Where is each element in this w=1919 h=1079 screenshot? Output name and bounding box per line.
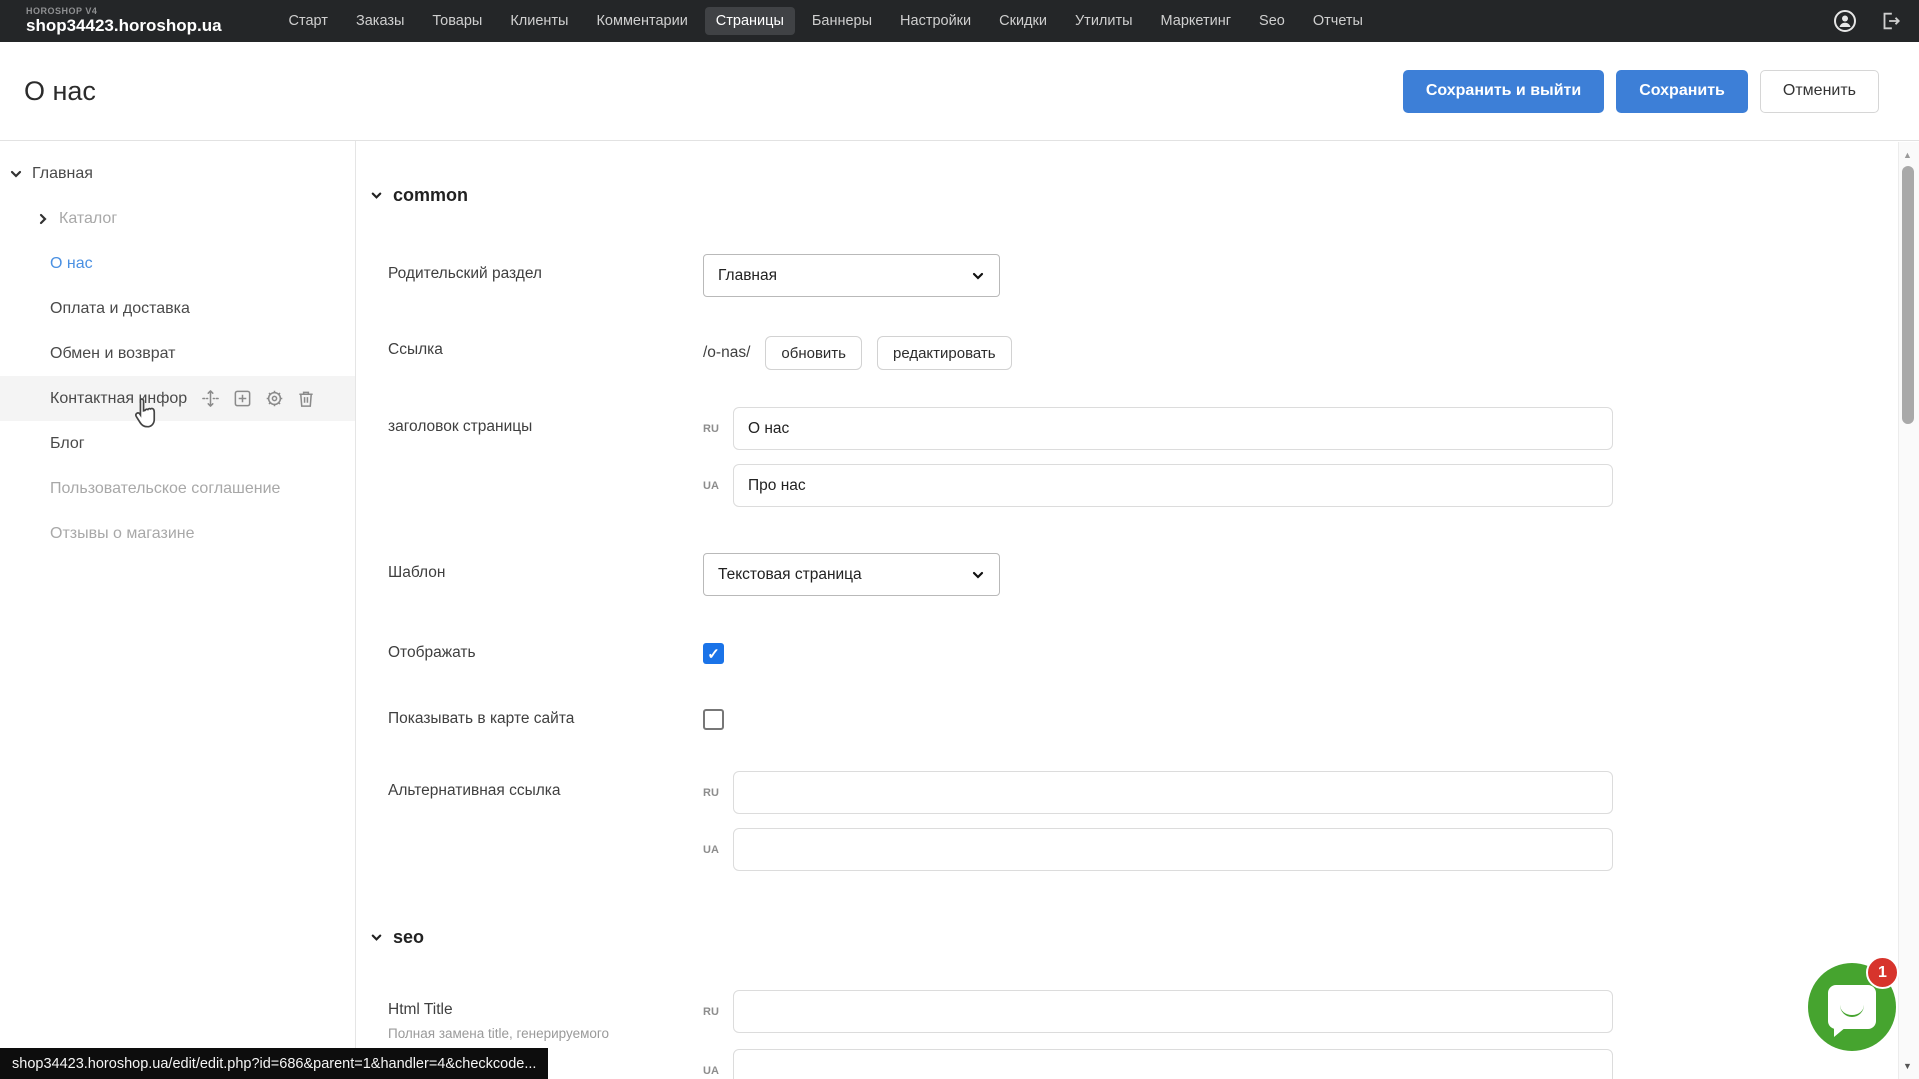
- link-preview-statusbar: shop34423.horoshop.ua/edit/edit.php?id=6…: [0, 1048, 548, 1079]
- chevron-down-icon[interactable]: [9, 167, 23, 181]
- top-navigation-bar: HOROSHOP V4 shop34423.horoshop.ua Старт …: [0, 0, 1919, 42]
- lang-ua-badge: UA: [703, 1065, 733, 1077]
- main-menu: Старт Заказы Товары Клиенты Комментарии …: [278, 7, 1374, 35]
- link-update-button[interactable]: обновить: [765, 336, 862, 370]
- page-heading-label: заголовок страницы: [388, 407, 703, 507]
- lang-ua-badge: UA: [703, 480, 733, 492]
- section-seo-title: seo: [393, 927, 424, 948]
- sidebar-item-label: О нас: [50, 255, 93, 273]
- alt-link-ua-input[interactable]: [733, 828, 1613, 871]
- scroll-up-arrow-icon[interactable]: ▲: [1903, 150, 1912, 160]
- chat-unread-badge: 1: [1866, 956, 1899, 989]
- nav-item-clients[interactable]: Клиенты: [499, 7, 579, 35]
- account-icon[interactable]: [1833, 9, 1857, 33]
- sidebar-item-glavnaya[interactable]: Главная: [0, 151, 355, 196]
- sidebar-item-blog[interactable]: Блог: [0, 421, 355, 466]
- sidebar-item-label: Обмен и возврат: [50, 345, 175, 363]
- link-label: Ссылка: [388, 330, 703, 370]
- logout-icon[interactable]: [1879, 10, 1901, 32]
- nav-item-utilities[interactable]: Утилиты: [1064, 7, 1144, 35]
- html-title-label: Html Title: [388, 1001, 703, 1019]
- chevron-down-icon: [971, 269, 985, 283]
- cancel-button[interactable]: Отменить: [1760, 70, 1879, 113]
- add-page-icon[interactable]: [233, 389, 252, 408]
- sidebar-item-polzovatelskoe-soglashenie[interactable]: Пользовательское соглашение: [0, 466, 355, 511]
- chat-widget-button[interactable]: 1: [1808, 963, 1896, 1051]
- chat-bubble-icon: [1828, 985, 1876, 1029]
- page-heading-ua-input[interactable]: [733, 464, 1613, 507]
- nav-item-settings[interactable]: Настройки: [889, 7, 982, 35]
- nav-item-banners[interactable]: Баннеры: [801, 7, 883, 35]
- html-title-hint: Полная замена title, генерируемого: [388, 1025, 648, 1043]
- save-and-exit-button[interactable]: Сохранить и выйти: [1403, 70, 1604, 113]
- chevron-down-icon: [370, 189, 383, 202]
- sidebar-item-label: Каталог: [59, 210, 117, 228]
- sidebar-item-o-nas[interactable]: О нас: [0, 241, 355, 286]
- nav-item-orders[interactable]: Заказы: [345, 7, 415, 35]
- nav-item-discounts[interactable]: Скидки: [988, 7, 1058, 35]
- settings-gear-icon[interactable]: [265, 389, 284, 408]
- section-common-header[interactable]: common: [370, 185, 1879, 206]
- lang-ru-badge: RU: [703, 423, 733, 435]
- statusbar-url: shop34423.horoshop.ua/edit/edit.php?id=6…: [12, 1056, 536, 1072]
- sidebar-item-otzyvy-o-magazine[interactable]: Отзывы о магазине: [0, 511, 355, 556]
- link-path-value: /o-nas/: [703, 344, 750, 362]
- move-icon[interactable]: [201, 389, 220, 408]
- parent-section-label: Родительский раздел: [388, 254, 703, 297]
- sidebar-item-katalog[interactable]: Каталог: [0, 196, 355, 241]
- display-checkbox[interactable]: ✓: [703, 643, 724, 664]
- brand-domain: shop34423.horoshop.ua: [26, 17, 222, 35]
- save-button[interactable]: Сохранить: [1616, 70, 1748, 113]
- sidebar-item-label: Блог: [50, 435, 85, 453]
- scroll-down-arrow-icon[interactable]: ▼: [1903, 1061, 1912, 1071]
- sidebar-item-label: Контактная инфор: [50, 390, 187, 408]
- nav-item-marketing[interactable]: Маркетинг: [1150, 7, 1243, 35]
- link-edit-button[interactable]: редактировать: [877, 336, 1012, 370]
- vertical-scrollbar[interactable]: ▲ ▼: [1898, 142, 1919, 1079]
- page-edit-form: common Родительский раздел Главная Ссылк…: [356, 141, 1919, 1079]
- lang-ru-badge: RU: [703, 1006, 733, 1018]
- sidebar-item-kontaktnaya-informatsiya[interactable]: Контактная инфор: [0, 376, 355, 421]
- parent-section-value: Главная: [718, 267, 777, 285]
- nav-item-reports[interactable]: Отчеты: [1302, 7, 1374, 35]
- sidebar-item-label: Главная: [32, 165, 93, 183]
- section-common-title: common: [393, 185, 468, 206]
- nav-item-comments[interactable]: Комментарии: [585, 7, 698, 35]
- sitemap-checkbox[interactable]: [703, 709, 724, 730]
- page-header: О нас Сохранить и выйти Сохранить Отмени…: [0, 42, 1919, 141]
- template-label: Шаблон: [388, 553, 703, 596]
- scrollbar-thumb[interactable]: [1902, 166, 1914, 424]
- html-title-ru-input[interactable]: [733, 990, 1613, 1033]
- nav-item-products[interactable]: Товары: [421, 7, 493, 35]
- template-value: Текстовая страница: [718, 566, 862, 584]
- sidebar-item-label: Отзывы о магазине: [50, 525, 195, 543]
- alt-link-label: Альтернативная ссылка: [388, 771, 703, 871]
- sidebar-item-label: Оплата и доставка: [50, 300, 190, 318]
- alt-link-ru-input[interactable]: [733, 771, 1613, 814]
- chevron-right-icon[interactable]: [36, 212, 50, 226]
- nav-item-seo[interactable]: Seo: [1248, 7, 1296, 35]
- html-title-ua-input[interactable]: [733, 1049, 1613, 1079]
- parent-section-select[interactable]: Главная: [703, 254, 1000, 297]
- sidebar-item-obmen-i-vozvrat[interactable]: Обмен и возврат: [0, 331, 355, 376]
- section-seo-header[interactable]: seo: [370, 927, 1879, 948]
- brand-logo[interactable]: HOROSHOP V4 shop34423.horoshop.ua: [26, 7, 222, 34]
- page-title: О нас: [24, 76, 96, 107]
- lang-ua-badge: UA: [703, 844, 733, 856]
- page-heading-ru-input[interactable]: [733, 407, 1613, 450]
- display-label: Отображать: [388, 643, 703, 664]
- sitemap-label: Показывать в карте сайта: [388, 709, 703, 730]
- template-select[interactable]: Текстовая страница: [703, 553, 1000, 596]
- chevron-down-icon: [971, 568, 985, 582]
- delete-trash-icon[interactable]: [297, 389, 315, 408]
- lang-ru-badge: RU: [703, 787, 733, 799]
- chevron-down-icon: [370, 931, 383, 944]
- nav-item-start[interactable]: Старт: [278, 7, 339, 35]
- sidebar-item-label: Пользовательское соглашение: [50, 480, 280, 498]
- sidebar-item-oplata-i-dostavka[interactable]: Оплата и доставка: [0, 286, 355, 331]
- nav-item-pages[interactable]: Страницы: [705, 7, 795, 35]
- pages-tree-sidebar: Главная Каталог О нас Оплата и доставка …: [0, 141, 356, 1079]
